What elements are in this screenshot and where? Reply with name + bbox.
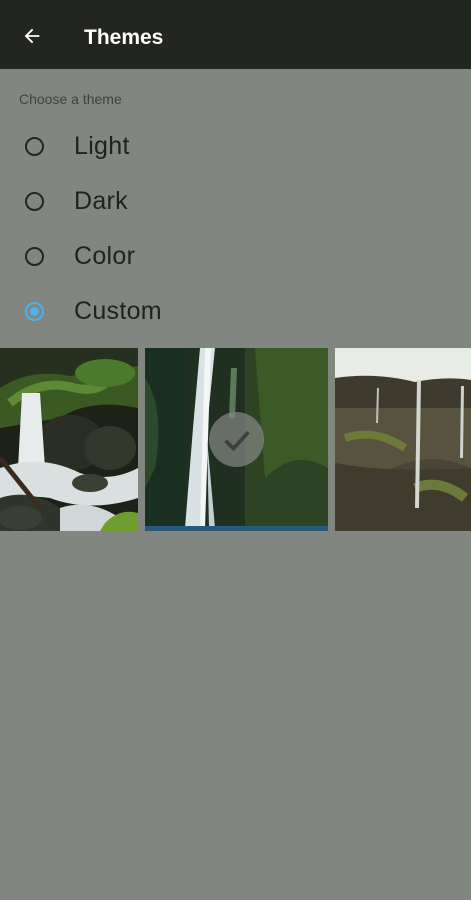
theme-option-custom[interactable]: Custom: [0, 284, 471, 339]
custom-theme-gallery[interactable]: [0, 348, 471, 531]
theme-option-dark[interactable]: Dark: [0, 174, 471, 229]
theme-option-color[interactable]: Color: [0, 229, 471, 284]
cliff-waterfalls-image: [335, 348, 471, 531]
app-bar: Themes: [0, 0, 471, 69]
theme-image-waterfall[interactable]: [145, 348, 328, 531]
theme-option-label: Light: [74, 132, 130, 160]
theme-image-stream[interactable]: [0, 348, 138, 531]
back-button[interactable]: [18, 22, 46, 50]
stream-cascade-image: [0, 348, 138, 531]
radio-button-custom[interactable]: [25, 302, 44, 321]
radio-button-color[interactable]: [25, 247, 44, 266]
theme-option-label: Color: [74, 242, 136, 270]
theme-option-label: Custom: [74, 297, 162, 325]
theme-option-light[interactable]: Light: [0, 119, 471, 174]
radio-button-light[interactable]: [25, 137, 44, 156]
checkmark-icon: [223, 430, 250, 451]
theme-option-label: Dark: [74, 187, 128, 215]
selected-overlay: [209, 412, 264, 467]
radio-button-dark[interactable]: [25, 192, 44, 211]
page-title: Themes: [84, 26, 164, 49]
section-label: Choose a theme: [19, 91, 122, 107]
theme-image-cliffs[interactable]: [335, 348, 471, 531]
arrow-left-icon: [24, 28, 40, 44]
